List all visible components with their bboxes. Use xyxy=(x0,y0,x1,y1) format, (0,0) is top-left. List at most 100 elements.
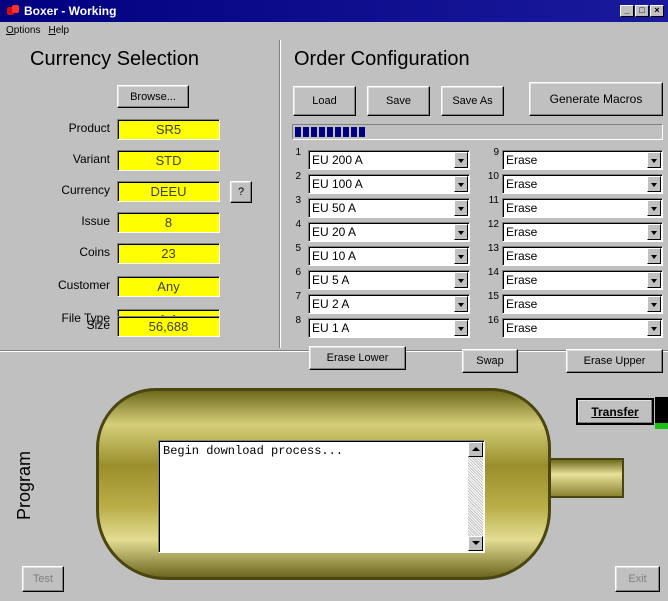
slot-select[interactable]: Erase xyxy=(502,150,663,170)
chevron-down-icon[interactable] xyxy=(454,296,468,312)
variant-label: Variant xyxy=(72,152,110,166)
progress-block xyxy=(327,127,333,137)
slot-select[interactable]: EU 5 A xyxy=(308,270,470,290)
slot-value: EU 50 A xyxy=(312,201,357,215)
slot-select[interactable]: Erase xyxy=(502,246,663,266)
slot-value: EU 20 A xyxy=(312,225,357,239)
load-button[interactable]: Load xyxy=(293,86,356,116)
window-title: Boxer - Working xyxy=(24,4,117,18)
minimize-button[interactable]: _ xyxy=(620,5,634,17)
slot-value: Erase xyxy=(506,249,538,263)
close-button[interactable]: × xyxy=(650,5,664,17)
slot-number: 5 xyxy=(295,243,301,254)
currency-label: Currency xyxy=(61,183,110,197)
currency-help-button[interactable]: ? xyxy=(230,181,252,203)
slot-value: EU 1 A xyxy=(312,321,350,335)
progress-block xyxy=(303,127,309,137)
save-button[interactable]: Save xyxy=(367,86,430,116)
vertical-divider xyxy=(279,40,281,348)
chevron-down-icon[interactable] xyxy=(454,152,468,168)
chevron-down-icon[interactable] xyxy=(454,200,468,216)
generate-macros-button[interactable]: Generate Macros xyxy=(529,82,663,116)
transfer-button[interactable]: Transfer xyxy=(576,398,654,425)
boxer-app-icon xyxy=(6,4,20,18)
slot-select[interactable]: Erase xyxy=(502,270,663,290)
slot-number: 13 xyxy=(487,243,499,254)
slot-value: Erase xyxy=(506,321,538,335)
slot-select[interactable]: EU 2 A xyxy=(308,294,470,314)
slot-number: 9 xyxy=(493,147,499,158)
slot-select[interactable]: EU 20 A xyxy=(308,222,470,242)
slot-select[interactable]: Erase xyxy=(502,174,663,194)
chevron-down-icon[interactable] xyxy=(454,224,468,240)
slot-value: Erase xyxy=(506,273,538,287)
progress-block xyxy=(319,127,325,137)
issue-label: Issue xyxy=(81,214,110,228)
chevron-down-icon[interactable] xyxy=(647,248,661,264)
maximize-button[interactable]: □ xyxy=(635,5,649,17)
progress-block xyxy=(335,127,341,137)
slot-select[interactable]: EU 50 A xyxy=(308,198,470,218)
slot-number: 3 xyxy=(295,195,301,206)
test-button[interactable]: Test xyxy=(22,566,64,592)
device-cable xyxy=(544,458,624,498)
slot-select[interactable]: Erase xyxy=(502,198,663,218)
title-bar: Boxer - Working _ □ × xyxy=(0,0,668,22)
slot-number: 14 xyxy=(487,267,499,278)
scroll-up-icon[interactable] xyxy=(468,442,483,457)
chevron-down-icon[interactable] xyxy=(647,296,661,312)
exit-button[interactable]: Exit xyxy=(615,566,660,592)
chevron-down-icon[interactable] xyxy=(647,224,661,240)
chevron-down-icon[interactable] xyxy=(454,320,468,336)
slot-select[interactable]: EU 1 A xyxy=(308,318,470,338)
erase-upper-button[interactable]: Erase Upper xyxy=(566,349,663,373)
product-field: SR5 xyxy=(117,119,220,140)
chevron-down-icon[interactable] xyxy=(647,320,661,336)
slot-value: EU 5 A xyxy=(312,273,350,287)
slot-number: 16 xyxy=(487,315,499,326)
save-as-button[interactable]: Save As xyxy=(441,86,504,116)
chevron-down-icon[interactable] xyxy=(647,200,661,216)
swap-button[interactable]: Swap xyxy=(462,349,518,373)
status-led xyxy=(655,397,668,429)
slot-select[interactable]: Erase xyxy=(502,318,663,338)
size-label: Size xyxy=(86,318,110,332)
order-configuration-heading: Order Configuration xyxy=(294,48,470,70)
slot-value: EU 2 A xyxy=(312,297,350,311)
program-label: Program xyxy=(14,450,34,520)
log-output[interactable]: Begin download process... xyxy=(158,440,485,553)
slot-value: EU 200 A xyxy=(312,153,363,167)
chevron-down-icon[interactable] xyxy=(454,176,468,192)
slot-number: 1 xyxy=(295,147,301,158)
chevron-down-icon[interactable] xyxy=(454,248,468,264)
chevron-down-icon[interactable] xyxy=(647,152,661,168)
menu-options[interactable]: Options xyxy=(6,25,40,36)
chevron-down-icon[interactable] xyxy=(647,176,661,192)
chevron-down-icon[interactable] xyxy=(647,272,661,288)
status-led-green xyxy=(655,423,668,429)
slot-value: Erase xyxy=(506,177,538,191)
customer-field: Any xyxy=(117,276,220,297)
progress-block xyxy=(359,127,365,137)
slot-select[interactable]: Erase xyxy=(502,222,663,242)
slot-number: 2 xyxy=(295,171,301,182)
log-scrollbar[interactable] xyxy=(468,442,483,551)
chevron-down-icon[interactable] xyxy=(454,272,468,288)
slot-value: Erase xyxy=(506,225,538,239)
slot-select[interactable]: EU 10 A xyxy=(308,246,470,266)
slot-number: 4 xyxy=(295,219,301,230)
browse-button[interactable]: Browse... xyxy=(117,85,189,108)
slot-number: 11 xyxy=(488,195,499,206)
menu-help[interactable]: Help xyxy=(48,25,69,36)
slot-select[interactable]: EU 100 A xyxy=(308,174,470,194)
progress-block xyxy=(343,127,349,137)
menu-bar: Options Help xyxy=(0,22,668,38)
slot-select[interactable]: Erase xyxy=(502,294,663,314)
progress-block xyxy=(295,127,301,137)
progress-bar xyxy=(292,124,663,140)
scroll-down-icon[interactable] xyxy=(468,536,483,551)
slot-select[interactable]: EU 200 A xyxy=(308,150,470,170)
slot-number: 10 xyxy=(487,171,499,182)
slot-value: EU 100 A xyxy=(312,177,363,191)
erase-lower-button[interactable]: Erase Lower xyxy=(309,346,406,370)
